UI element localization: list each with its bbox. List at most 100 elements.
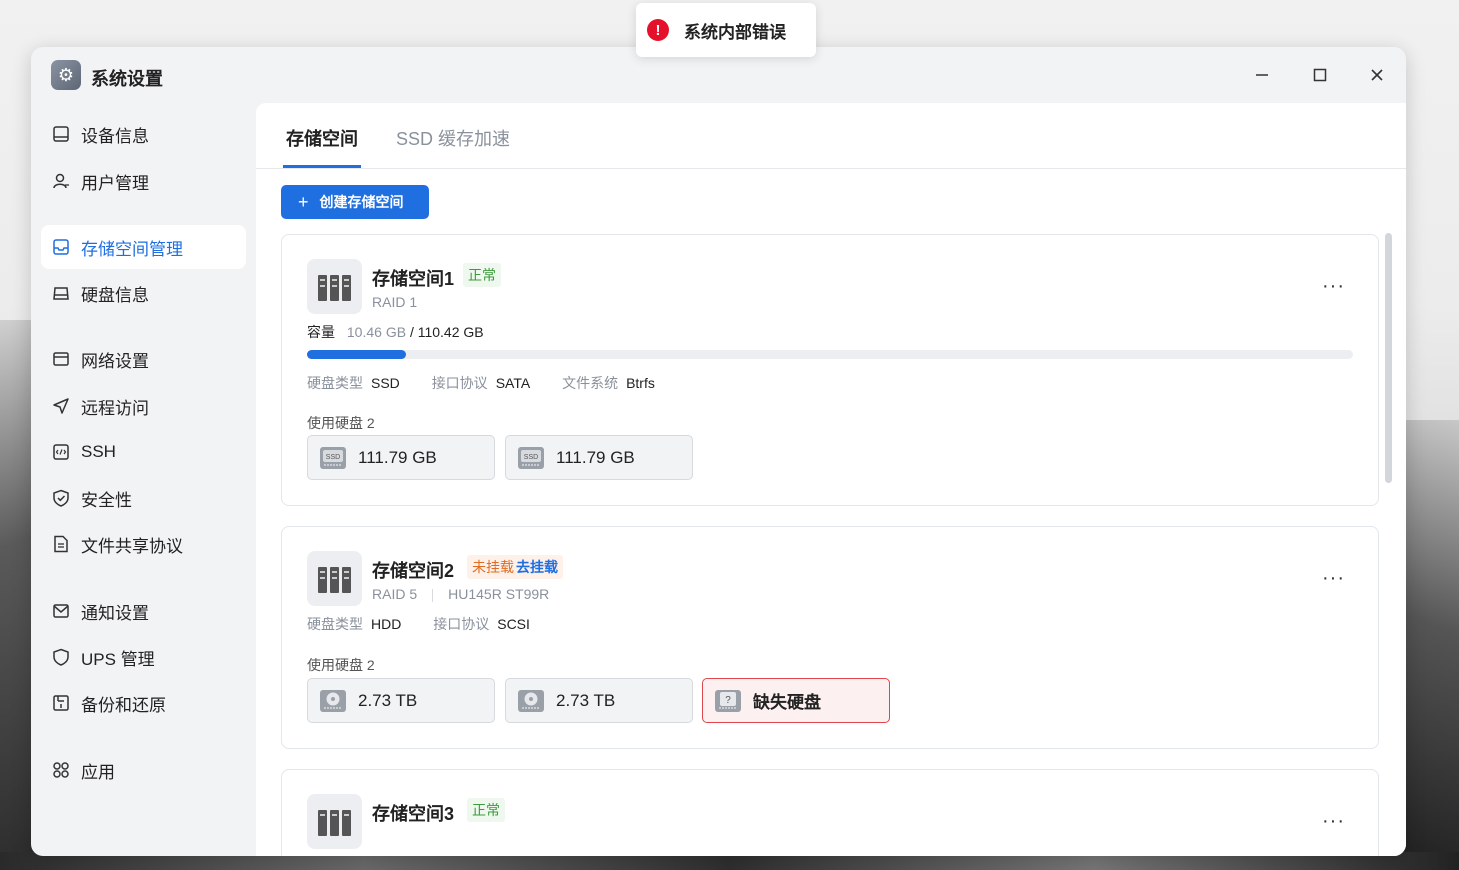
disk-chip[interactable]: 2.73 TB (505, 678, 693, 723)
sidebar-item-label: 存储空间管理 (81, 239, 183, 259)
disk-size: 2.73 TB (358, 690, 418, 710)
minimize-button[interactable] (1250, 63, 1274, 87)
sidebar-item-label: 应用 (81, 762, 115, 782)
meta-label: 接口协议 (431, 375, 488, 391)
disk-chip[interactable]: SSD 111.79 GB (505, 435, 693, 480)
mount-link[interactable]: 去挂载 (516, 559, 558, 575)
svg-text:SSD: SSD (326, 454, 340, 461)
meta-label: 文件系统 (562, 375, 619, 391)
create-storage-button[interactable]: + 创建存储空间 (281, 185, 429, 219)
sidebar-item-user-management[interactable]: 用户管理 (41, 159, 246, 203)
code-icon (51, 442, 71, 462)
shield-check-icon (51, 488, 71, 508)
disk-size: 111.79 GB (556, 447, 635, 467)
meta-label: 硬盘类型 (307, 375, 363, 391)
server-rack-icon (307, 551, 362, 606)
more-options-button[interactable]: ··· (1322, 567, 1345, 590)
missing-disk-chip[interactable]: ? 缺失硬盘 (702, 678, 890, 723)
svg-text:SSD: SSD (524, 454, 538, 461)
ssd-icon: SSD (516, 444, 546, 472)
error-toast: ! 系统内部错误 (636, 3, 816, 57)
pool-meta: 硬盘类型 HDD 接口协议 SCSI (307, 614, 558, 634)
pool-meta: 硬盘类型 SSD 接口协议 SATA 文件系统 Btrfs (307, 373, 683, 393)
mail-icon (51, 601, 71, 621)
pool-name: 存储空间2 (372, 561, 455, 581)
tab-storage[interactable]: 存储空间 (286, 125, 358, 151)
sidebar-item-label: 安全性 (81, 490, 132, 510)
disk-chip[interactable]: 2.73 TB (307, 678, 495, 723)
sidebar: 设备信息 用户管理 存储空间管理 硬盘信息 网络设置 远程访问 SSH 安全性 (31, 103, 256, 856)
pool-model: HU145R ST99R (448, 586, 550, 602)
sidebar-item-label: 设备信息 (81, 126, 149, 146)
disk-chip[interactable]: SSD 111.79 GB (307, 435, 495, 480)
plus-icon: + (298, 191, 309, 212)
meta-label: 接口协议 (433, 616, 490, 632)
disks-used-label: 使用硬盘 2 (307, 415, 375, 431)
device-icon (51, 124, 71, 144)
sidebar-item-storage-management[interactable]: 存储空间管理 (41, 225, 246, 269)
scrollbar[interactable] (1385, 233, 1392, 483)
capacity-used: 10.46 GB (346, 324, 407, 340)
window-title: 系统设置 (91, 69, 163, 89)
tab-ssd-cache[interactable]: SSD 缓存加速 (396, 125, 510, 151)
shield-icon (51, 647, 71, 667)
divider (432, 588, 434, 602)
status-badge: 未挂载 去挂载 (467, 555, 563, 579)
disk-size: 111.79 GB (358, 447, 437, 467)
maximize-icon (1313, 68, 1327, 82)
svg-text:?: ? (725, 695, 731, 706)
status-badge: 正常 (467, 798, 505, 822)
more-options-button[interactable]: ··· (1322, 810, 1345, 833)
close-button[interactable] (1365, 63, 1389, 87)
server-rack-icon (307, 794, 362, 849)
disk-icon (51, 283, 71, 303)
sidebar-item-ssh[interactable]: SSH (41, 430, 246, 474)
sidebar-item-network[interactable]: 网络设置 (41, 337, 246, 381)
disks-used-label: 使用硬盘 2 (307, 657, 375, 673)
status-text: 未挂载 (472, 559, 514, 575)
pool-raid: RAID 1 (372, 294, 418, 310)
sidebar-item-file-sharing[interactable]: 文件共享协议 (41, 522, 246, 566)
sidebar-item-label: 远程访问 (81, 398, 149, 418)
disk-size: 2.73 TB (556, 690, 616, 710)
capacity-line: 容量 10.46 GB / 110.42 GB (307, 322, 484, 342)
sidebar-item-label: SSH (81, 442, 116, 461)
status-badge: 正常 (463, 263, 501, 287)
sidebar-item-device-info[interactable]: 设备信息 (41, 112, 246, 156)
maximize-button[interactable] (1308, 63, 1332, 87)
storage-pool-card: 存储空间1 正常 RAID 1 ··· 容量 10.46 GB / 110.42… (281, 234, 1379, 506)
storage-pool-card: 存储空间2 未挂载 去挂载 RAID 5 HU145R ST99R ··· 硬盘类型… (281, 526, 1379, 749)
sidebar-item-apps[interactable]: 应用 (41, 748, 246, 792)
meta-value: Btrfs (626, 375, 655, 391)
ssd-icon: SSD (318, 444, 348, 472)
main-panel: 存储空间 SSD 缓存加速 + 创建存储空间 存储空间1 正常 RAID 1 ·… (256, 103, 1406, 856)
sidebar-item-notifications[interactable]: 通知设置 (41, 589, 246, 633)
backup-icon (51, 693, 71, 713)
sidebar-item-remote-access[interactable]: 远程访问 (41, 384, 246, 428)
meta-value: SSD (371, 375, 400, 391)
sidebar-item-security[interactable]: 安全性 (41, 476, 246, 520)
minimize-icon (1256, 74, 1268, 76)
sidebar-item-label: 网络设置 (81, 351, 149, 371)
sidebar-item-label: 用户管理 (81, 173, 149, 193)
more-options-button[interactable]: ··· (1322, 275, 1345, 298)
error-icon: ! (647, 19, 669, 41)
pool-raid: RAID 5 (372, 586, 418, 602)
sidebar-item-label: 硬盘信息 (81, 285, 149, 305)
storage-icon (51, 237, 71, 257)
settings-gear-icon: ⚙ (51, 60, 81, 90)
file-icon (51, 534, 71, 554)
sidebar-item-disk-info[interactable]: 硬盘信息 (41, 271, 246, 315)
tab-bar: 存储空间 SSD 缓存加速 (256, 103, 1406, 169)
sidebar-item-label: UPS 管理 (81, 649, 155, 669)
pool-subinfo: RAID 5 HU145R ST99R (372, 586, 549, 602)
hdd-icon (318, 687, 348, 715)
active-tab-indicator (283, 165, 361, 168)
sidebar-item-backup[interactable]: 备份和还原 (41, 681, 246, 725)
sidebar-item-label: 文件共享协议 (81, 536, 183, 556)
toast-message: 系统内部错误 (684, 22, 786, 42)
missing-disk-icon: ? (713, 687, 743, 715)
sidebar-item-ups[interactable]: UPS 管理 (41, 635, 246, 679)
capacity-progress-fill (307, 350, 407, 359)
capacity-total: / 110.42 GB (409, 324, 484, 340)
